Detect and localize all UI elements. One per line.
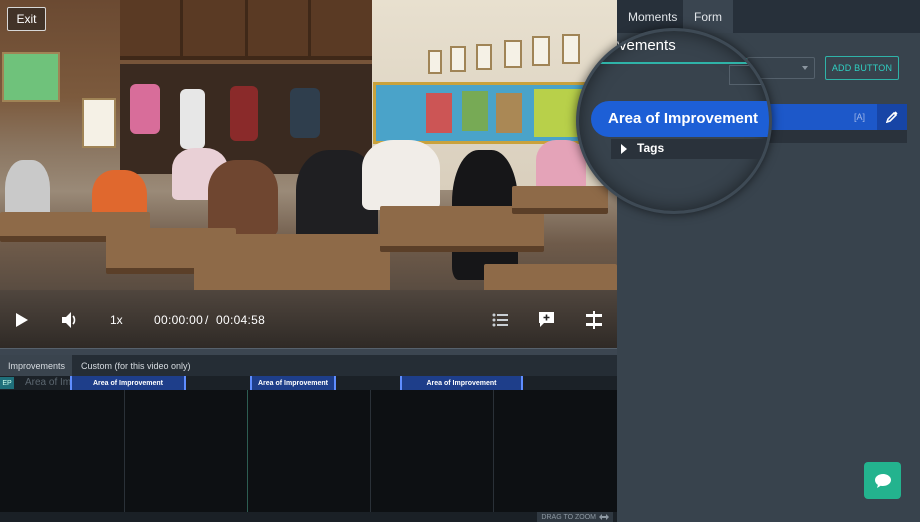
video-scene-poster [2, 52, 60, 102]
playback-speed[interactable]: 1x [110, 313, 123, 327]
pencil-icon [886, 111, 898, 123]
play-icon[interactable] [16, 313, 28, 327]
timeline-track[interactable]: EP Area of Imp Area of Improvement Area … [0, 376, 617, 512]
tags-label: Tags [637, 141, 665, 155]
video-player[interactable]: Exit 1x 00:00:00 / 00:04:58 [0, 0, 617, 348]
tab-improvements[interactable]: Improvements [0, 355, 72, 376]
scrub-bar[interactable] [0, 348, 617, 355]
magnified-form-item[interactable]: Area of Improvement [591, 101, 769, 137]
timeline-marker[interactable]: Area of Improvement [70, 376, 186, 390]
magnified-dropdown [729, 65, 769, 85]
chat-icon [874, 473, 891, 488]
app-root: Exit 1x 00:00:00 / 00:04:58 Improvements… [0, 0, 920, 522]
video-scene-poster [82, 98, 116, 148]
volume-icon[interactable] [62, 311, 78, 329]
chat-button[interactable] [864, 462, 901, 499]
timeline-tabs: Improvements Custom (for this video only… [0, 355, 617, 376]
zoom-bar[interactable]: DRAG TO ZOOM [0, 512, 617, 522]
magnified-section-title: vements [619, 37, 676, 54]
add-button[interactable]: ADD BUTTON [825, 56, 899, 80]
video-scene-poster [532, 36, 550, 66]
timeline-marker[interactable]: Area of Improvement [400, 376, 523, 390]
magnifier-callout: vements Area of Improvement Tags [576, 28, 772, 214]
video-scene-poster [476, 44, 492, 70]
video-scene-poster [504, 40, 522, 68]
timeline-row-label: Area of Imp [25, 377, 77, 388]
current-time: 00:00:00 [154, 313, 204, 327]
magnified-item-label: Area of Improvement [608, 110, 759, 127]
magnified-divider [579, 62, 769, 64]
video-scene-poster [450, 46, 466, 72]
chevron-down-icon [802, 66, 808, 70]
caret-right-icon [621, 144, 627, 154]
keyboard-shortcut: [A] [854, 112, 866, 122]
duration: 00:04:58 [216, 313, 266, 327]
video-controls: 1x 00:00:00 / 00:04:58 [0, 300, 617, 340]
tab-custom[interactable]: Custom (for this video only) [73, 355, 199, 376]
video-scene-cabinet [120, 0, 372, 60]
timeline-header-row: EP Area of Imp Area of Improvement Area … [0, 376, 617, 390]
tab-form[interactable]: Form [683, 0, 733, 33]
arrows-horizontal-icon [599, 514, 609, 520]
drag-to-zoom-label: DRAG TO ZOOM [541, 513, 596, 521]
magnified-tags-row[interactable]: Tags [611, 139, 769, 159]
ep-badge: EP [0, 377, 14, 389]
timeline-marker[interactable]: Area of Improvement [250, 376, 336, 390]
add-note-icon[interactable] [538, 311, 555, 328]
edit-button[interactable] [877, 104, 907, 130]
exit-button[interactable]: Exit [7, 7, 46, 31]
drag-to-zoom-handle[interactable]: DRAG TO ZOOM [537, 512, 613, 522]
video-scene-poster [428, 50, 442, 74]
split-icon[interactable] [586, 311, 602, 329]
video-scene-poster [562, 34, 580, 64]
time-separator: / [205, 313, 209, 327]
list-icon[interactable] [492, 312, 508, 328]
